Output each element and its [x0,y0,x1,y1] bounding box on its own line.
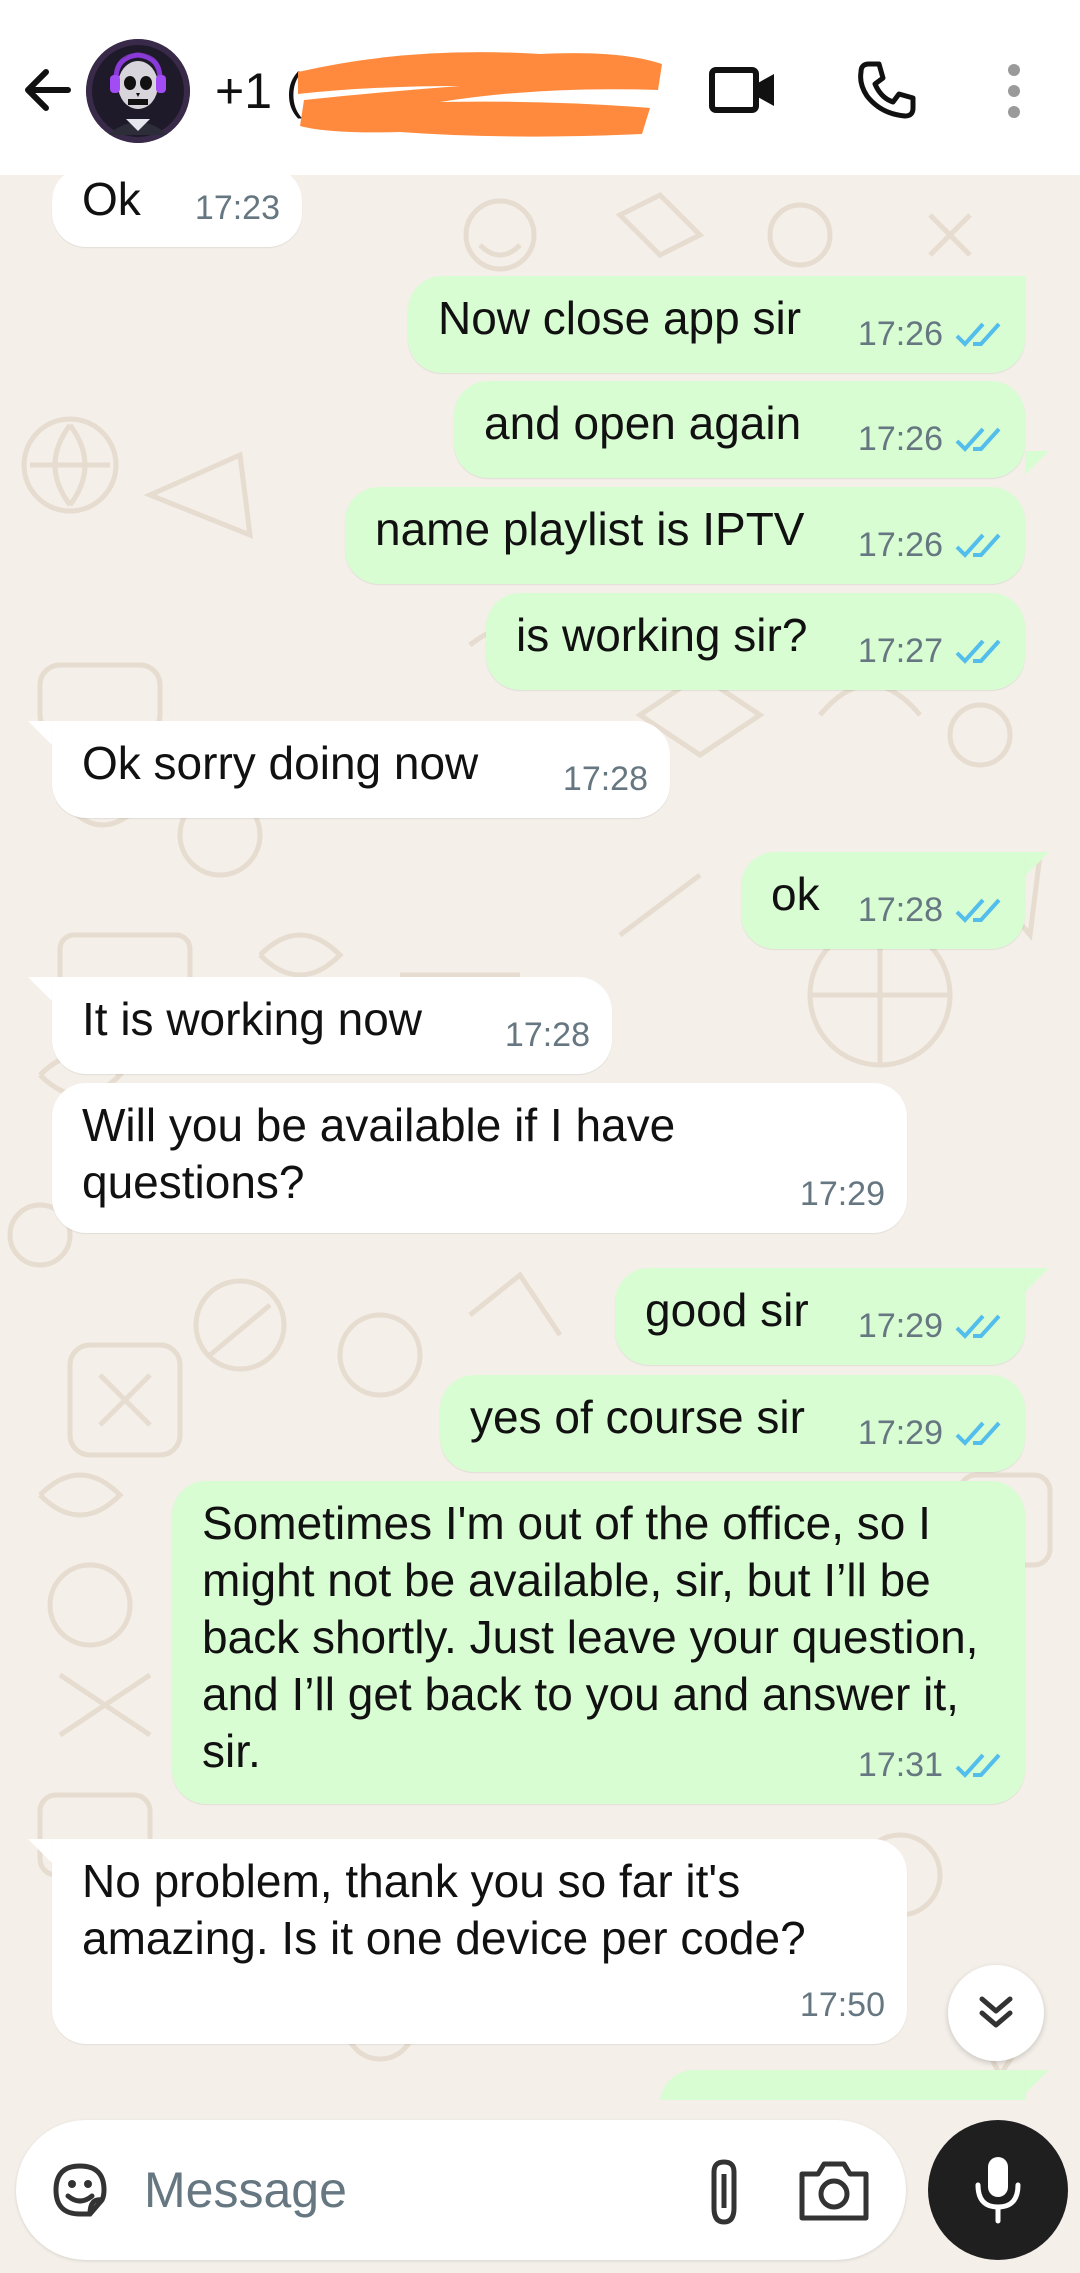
outgoing-message-partial[interactable] [660,2070,1025,2100]
message-text: It is working now [82,993,423,1045]
bubble-tail [28,721,52,745]
message-text: good sir [645,1284,809,1336]
attachment-paperclip-icon[interactable] [684,2150,764,2230]
message-time: 17:29 [799,1175,885,1213]
read-receipt-icon [955,898,1001,923]
message-time: 17:50 [799,1986,885,2024]
read-receipt-icon [955,322,1001,347]
message-text: name playlist is IPTV [375,503,805,555]
message-time: 17:27 [857,632,943,670]
read-receipt-icon [955,1421,1001,1446]
message-time: 17:29 [857,1307,943,1345]
read-receipt-icon [955,427,1001,452]
outgoing-message[interactable]: Sometimes I'm out of the office, so I mi… [172,1481,1025,1804]
message-text: ok [771,868,820,920]
bubble-tail [28,977,52,1001]
double-chevron-down-icon [979,1996,1013,2028]
incoming-message[interactable]: Will you be available if I have question… [52,1083,907,1233]
message-time: 17:28 [562,760,648,798]
bubble-tail [28,1839,52,1863]
bubble-tail [1025,2070,1049,2094]
message-text: Now close app sir [438,292,802,344]
message-time: 17:29 [857,1414,943,1452]
outgoing-message[interactable]: good sir 17:29 [615,1268,1025,1365]
more-options-icon[interactable] [1000,62,1028,120]
contact-avatar[interactable] [86,39,190,143]
message-list[interactable]: Ok 17:23 Now close app sir 17:26 and ope… [0,175,1080,2100]
bubble-tail [1025,451,1049,475]
read-receipt-icon [955,1753,1001,1778]
message-time: 17:26 [857,315,943,353]
incoming-message[interactable]: Ok sorry doing now 17:28 [52,721,670,818]
outgoing-message[interactable]: name playlist is IPTV 17:26 [345,487,1025,584]
incoming-message[interactable]: It is working now 17:28 [52,977,612,1074]
incoming-message[interactable]: No problem, thank you so far it's amazin… [52,1839,907,2044]
voice-message-button[interactable] [928,2120,1068,2260]
message-time: 17:23 [194,189,280,227]
camera-icon[interactable] [794,2154,874,2226]
outgoing-message[interactable]: and open again 17:26 [454,381,1025,478]
message-time: 17:31 [857,1746,943,1784]
message-text: Will you be available if I have question… [82,1099,676,1208]
read-receipt-icon [955,639,1001,664]
outgoing-message[interactable]: yes of course sir 17:29 [440,1375,1025,1472]
message-text: yes of course sir [470,1391,805,1443]
back-arrow-icon[interactable] [20,60,80,120]
skull-avatar-icon [86,39,190,143]
message-text: No problem, thank you so far it's amazin… [82,1855,806,1964]
message-text: is working sir? [516,609,808,661]
message-time: 17:26 [857,526,943,564]
read-receipt-icon [955,533,1001,558]
message-time: 17:28 [504,1016,590,1054]
outgoing-message[interactable]: ok 17:28 [741,852,1025,949]
microphone-icon [975,2157,1021,2224]
message-time: 17:26 [857,420,943,458]
message-text: Ok sorry doing now [82,737,479,789]
message-input[interactable] [144,2160,664,2220]
scroll-to-bottom-button[interactable] [948,1965,1044,2061]
bubble-tail [1025,852,1049,876]
outgoing-message[interactable]: Now close app sir 17:26 [408,276,1025,373]
message-composer [16,2120,906,2260]
read-receipt-icon [955,1314,1001,1339]
message-text: and open again [484,397,802,449]
message-time: 17:28 [857,891,943,929]
voice-call-icon[interactable] [855,58,919,122]
sticker-emoji-icon[interactable] [46,2156,114,2224]
redaction-scribble [298,52,662,137]
chat-header: +1 ( [0,0,1080,175]
incoming-message[interactable]: Ok 17:23 [52,175,302,247]
video-call-icon[interactable] [708,60,778,120]
outgoing-message[interactable]: is working sir? 17:27 [486,593,1025,690]
bubble-tail [1025,1268,1049,1292]
message-text: Ok [82,175,141,225]
